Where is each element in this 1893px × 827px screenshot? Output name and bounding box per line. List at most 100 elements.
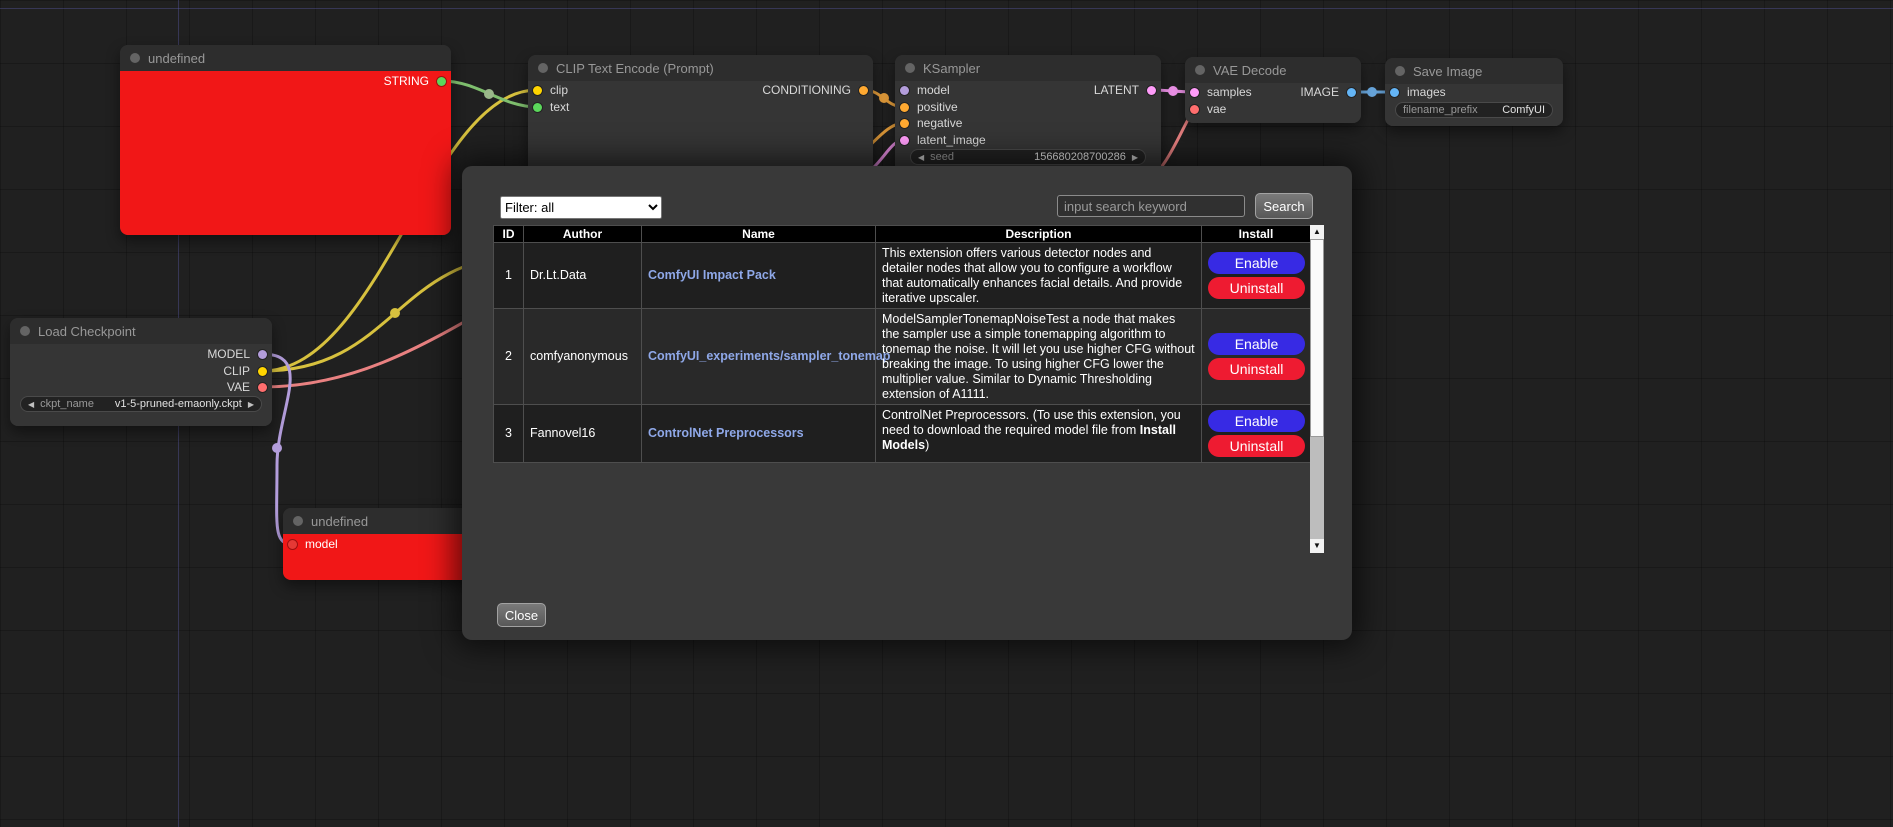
cell-install: Enable Uninstall	[1202, 243, 1311, 309]
collapse-dot-icon[interactable]	[1395, 66, 1405, 76]
cell-install: Enable Uninstall	[1202, 309, 1311, 405]
ckpt-name-widget[interactable]: ◀ ckpt_name v1-5-pruned-emaonly.ckpt ▶	[20, 396, 262, 412]
link-dot	[1367, 87, 1377, 97]
filename-prefix-widget[interactable]: filename_prefix ComfyUI	[1395, 102, 1553, 118]
input-port-negative-icon[interactable]	[900, 119, 909, 128]
node-titlebar[interactable]: VAE Decode	[1185, 57, 1361, 83]
scrollbar[interactable]: ▲ ▼	[1310, 225, 1324, 553]
input-port-model-icon[interactable]	[288, 540, 297, 549]
cell-install: Enable Uninstall	[1202, 405, 1311, 463]
node-title: undefined	[311, 514, 368, 529]
enable-button[interactable]: Enable	[1208, 333, 1305, 355]
increment-arrow-icon[interactable]: ▶	[248, 400, 254, 409]
input-port-vae-icon[interactable]	[1190, 105, 1199, 114]
widget-value: v1-5-pruned-emaonly.ckpt	[115, 398, 242, 410]
node-titlebar[interactable]: KSampler	[895, 55, 1161, 81]
cell-description: ControlNet Preprocessors. (To use this e…	[876, 405, 1202, 463]
cell-description: ModelSamplerTonemapNoiseTest a node that…	[876, 309, 1202, 405]
header-author: Author	[524, 226, 642, 243]
port-label: vae	[1207, 102, 1226, 116]
filter-select[interactable]: Filter: all	[500, 196, 662, 219]
node-title: undefined	[148, 51, 205, 66]
cell-author: Fannovel16	[524, 405, 642, 463]
link-dot	[390, 308, 400, 318]
cell-id: 3	[494, 405, 524, 463]
port-label: images	[1407, 85, 1446, 99]
header-install: Install	[1202, 226, 1311, 243]
output-port-image-icon[interactable]	[1347, 88, 1356, 97]
widget-label: seed	[930, 151, 954, 163]
input-port-text-icon[interactable]	[533, 103, 542, 112]
decrement-arrow-icon[interactable]: ◀	[918, 153, 924, 162]
collapse-dot-icon[interactable]	[538, 63, 548, 73]
table-row: 3 Fannovel16 ControlNet Preprocessors Co…	[494, 405, 1311, 463]
link-dot	[484, 89, 494, 99]
search-input[interactable]	[1057, 195, 1245, 217]
extension-link[interactable]: ControlNet Preprocessors	[648, 426, 804, 440]
input-port-model-icon[interactable]	[900, 86, 909, 95]
node-title: Load Checkpoint	[38, 324, 136, 339]
port-label: text	[550, 100, 569, 114]
node-titlebar[interactable]: CLIP Text Encode (Prompt)	[528, 55, 873, 81]
collapse-dot-icon[interactable]	[20, 326, 30, 336]
table-header-row: ID Author Name Description Install	[494, 226, 1311, 243]
increment-arrow-icon[interactable]: ▶	[1132, 153, 1138, 162]
output-port-clip-icon[interactable]	[258, 367, 267, 376]
uninstall-button[interactable]: Uninstall	[1208, 277, 1305, 299]
collapse-dot-icon[interactable]	[293, 516, 303, 526]
enable-button[interactable]: Enable	[1208, 252, 1305, 274]
scroll-up-icon[interactable]: ▲	[1310, 225, 1324, 239]
node-titlebar[interactable]: Save Image	[1385, 58, 1563, 84]
node-titlebar[interactable]: undefined	[120, 45, 451, 71]
extension-link[interactable]: ComfyUI Impact Pack	[648, 268, 776, 282]
output-port-conditioning-icon[interactable]	[859, 86, 868, 95]
cell-author: comfyanonymous	[524, 309, 642, 405]
port-label: LATENT	[1094, 83, 1139, 97]
node-title: VAE Decode	[1213, 63, 1286, 78]
collapse-dot-icon[interactable]	[1195, 65, 1205, 75]
scrollbar-thumb[interactable]	[1310, 239, 1324, 437]
port-label: IMAGE	[1300, 85, 1339, 99]
description-text: ModelSamplerTonemapNoiseTest a node that…	[882, 312, 1195, 401]
cell-id: 2	[494, 309, 524, 405]
node-vae-decode[interactable]: VAE Decode samples vae IMAGE	[1185, 57, 1361, 123]
search-button[interactable]: Search	[1255, 193, 1313, 219]
output-port-latent-icon[interactable]	[1147, 86, 1156, 95]
description-text: )	[925, 438, 929, 452]
output-port-vae-icon[interactable]	[258, 383, 267, 392]
header-id: ID	[494, 226, 524, 243]
port-label: positive	[917, 100, 958, 114]
collapse-dot-icon[interactable]	[905, 63, 915, 73]
input-port-positive-icon[interactable]	[900, 103, 909, 112]
uninstall-button[interactable]: Uninstall	[1208, 358, 1305, 380]
description-text: This extension offers various detector n…	[882, 246, 1182, 305]
cell-id: 1	[494, 243, 524, 309]
widget-value: 156680208700286	[1034, 151, 1126, 163]
description-text: ControlNet Preprocessors. (To use this e…	[882, 408, 1181, 437]
scroll-down-icon[interactable]: ▼	[1310, 539, 1324, 553]
node-undefined-top[interactable]: undefined STRING	[120, 45, 451, 235]
uninstall-button[interactable]: Uninstall	[1208, 435, 1305, 457]
output-port-string-icon[interactable]	[437, 77, 446, 86]
node-titlebar[interactable]: Load Checkpoint	[10, 318, 272, 344]
decrement-arrow-icon[interactable]: ◀	[28, 400, 34, 409]
port-label: negative	[917, 116, 962, 130]
port-label: STRING	[384, 74, 429, 88]
port-label: VAE	[227, 380, 250, 394]
port-label: latent_image	[917, 133, 986, 147]
input-port-latent-image-icon[interactable]	[900, 136, 909, 145]
input-port-images-icon[interactable]	[1390, 88, 1399, 97]
node-load-checkpoint[interactable]: Load Checkpoint MODEL CLIP VAE ◀ ckpt_na…	[10, 318, 272, 426]
input-port-clip-icon[interactable]	[533, 86, 542, 95]
header-description: Description	[876, 226, 1202, 243]
seed-widget[interactable]: ◀ seed 156680208700286 ▶	[910, 149, 1146, 165]
node-save-image[interactable]: Save Image images filename_prefix ComfyU…	[1385, 58, 1563, 126]
close-button[interactable]: Close	[497, 603, 546, 627]
collapse-dot-icon[interactable]	[130, 53, 140, 63]
link-dot	[1168, 86, 1178, 96]
output-port-model-icon[interactable]	[258, 350, 267, 359]
enable-button[interactable]: Enable	[1208, 410, 1305, 432]
extension-link[interactable]: ComfyUI_experiments/sampler_tonemap	[648, 349, 890, 363]
port-label: samples	[1207, 85, 1252, 99]
input-port-samples-icon[interactable]	[1190, 88, 1199, 97]
